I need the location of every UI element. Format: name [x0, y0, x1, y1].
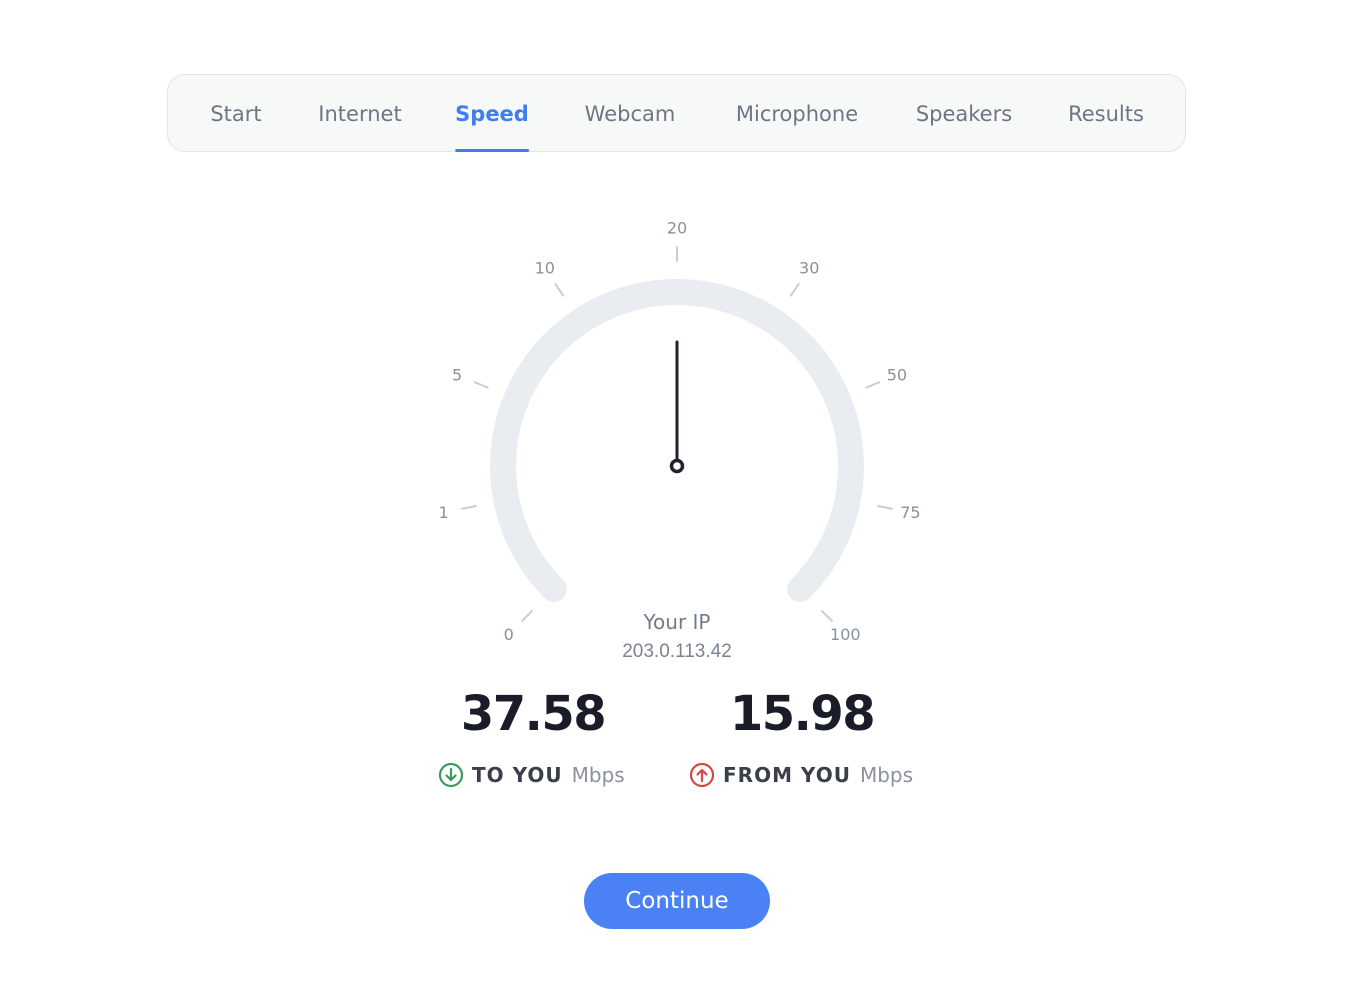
- gauge-tick-label: 50: [887, 365, 907, 384]
- tab-speakers[interactable]: Speakers: [916, 75, 1012, 153]
- tab-label: Speed: [455, 102, 529, 126]
- tab-label: Microphone: [735, 102, 859, 126]
- download-caption: TO YOU Mbps: [438, 758, 625, 792]
- download-label: TO YOU: [472, 763, 563, 787]
- gauge-tick-label: 10: [535, 259, 555, 278]
- gauge-tick-label: 20: [667, 219, 687, 238]
- arrow-up-circle-icon: [689, 762, 715, 788]
- tab-microphone[interactable]: Microphone: [736, 75, 858, 153]
- upload-unit: Mbps: [859, 763, 914, 787]
- gauge-tick-label: 1: [438, 503, 448, 522]
- gauge-tick: [865, 381, 881, 389]
- gauge-tick: [554, 282, 565, 297]
- download-unit: Mbps: [571, 763, 625, 787]
- gauge-tick-label: 5: [452, 365, 462, 384]
- gauge-tick: [473, 381, 489, 389]
- gauge-tick-label: 30: [799, 259, 819, 278]
- gauge-tick: [877, 504, 893, 510]
- tab-webcam[interactable]: Webcam: [585, 75, 676, 153]
- upload-label: FROM YOU: [723, 763, 851, 787]
- gauge-tick: [789, 282, 800, 297]
- upload-caption: FROM YOU Mbps: [689, 758, 913, 792]
- tab-internet[interactable]: Internet: [318, 75, 401, 153]
- tab-label: Webcam: [584, 102, 676, 126]
- arrow-down-circle-icon: [438, 762, 464, 788]
- gauge-hub: [669, 458, 685, 474]
- download-speed-value: 37.58: [460, 686, 607, 742]
- tab-start[interactable]: Start: [210, 75, 261, 153]
- tab-speed[interactable]: Speed: [455, 75, 529, 153]
- gauge-tick: [461, 504, 477, 510]
- continue-button[interactable]: Continue: [584, 873, 770, 929]
- active-tab-indicator: [455, 149, 529, 152]
- step-nav: Start Internet Speed Webcam Microphone S…: [167, 74, 1186, 152]
- tab-label: Results: [1068, 102, 1144, 126]
- tab-label: Start: [210, 102, 262, 126]
- tab-label: Internet: [318, 102, 402, 126]
- upload-speed-value: 15.98: [729, 686, 876, 742]
- tab-results[interactable]: Results: [1068, 75, 1144, 153]
- speed-gauge: 0151020305075100: [438, 219, 920, 644]
- gauge-tick-label: 75: [900, 503, 920, 522]
- tab-label: Speakers: [915, 102, 1013, 126]
- ip-address: 203.0.113.42: [622, 641, 732, 662]
- ip-label: Your IP: [643, 610, 711, 634]
